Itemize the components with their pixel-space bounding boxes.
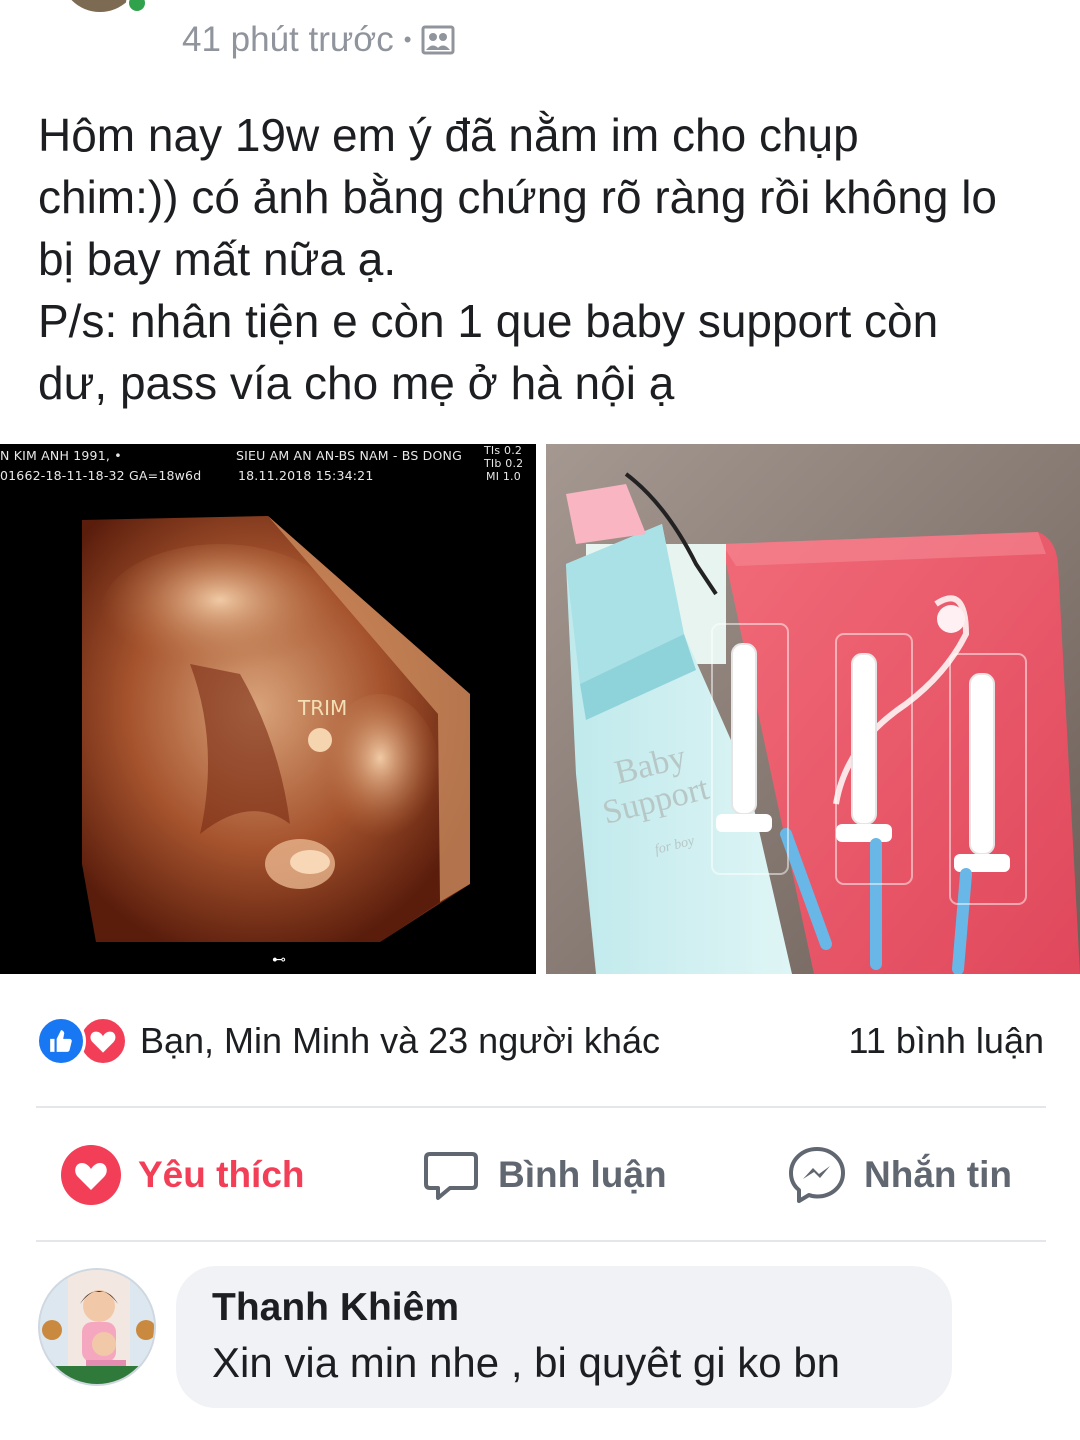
- post-time[interactable]: 41 phút trước: [182, 20, 394, 60]
- online-status-indicator: [126, 0, 148, 14]
- post-body: Hôm nay 19w em ý đã nằm im cho chụp chim…: [38, 104, 1048, 414]
- like-button-label: Yêu thích: [138, 1154, 305, 1195]
- messenger-icon: [789, 1147, 845, 1203]
- comment-bubble[interactable]: Thanh Khiêm Xin via min nhe , bi quyêt g…: [176, 1266, 952, 1408]
- ultrasound-trim-label: TRIM: [298, 696, 348, 720]
- post-line: Hôm nay 19w em ý đã nằm im cho chụp: [38, 109, 859, 161]
- ultrasound-mi: MI 1.0: [486, 470, 521, 483]
- comment-button-label: Bình luận: [498, 1154, 667, 1195]
- heart-icon: [61, 1145, 121, 1205]
- like-button[interactable]: Yêu thích: [60, 1140, 305, 1210]
- product-image: Baby Support for boy: [546, 444, 1080, 974]
- ultrasound-tib: TIb 0.2: [484, 457, 524, 470]
- ultrasound-datetime: 18.11.2018 15:34:21: [238, 468, 374, 483]
- ultrasound-image: ⊷: [82, 516, 470, 968]
- ultrasound-patient: N KIM ANH 1991, •: [0, 448, 122, 463]
- comment-button[interactable]: Bình luận: [420, 1140, 667, 1210]
- ultrasound-clinic: SIEU AM AN AN-BS NAM - BS DONG: [236, 448, 462, 463]
- message-button[interactable]: Nhắn tin: [786, 1140, 1012, 1210]
- post-line: dư, pass vía cho mẹ ở hà nội ạ: [38, 357, 675, 409]
- comment-count[interactable]: 11 bình luận: [848, 1020, 1044, 1062]
- like-reaction-icon: [36, 1016, 86, 1066]
- divider: [36, 1240, 1046, 1242]
- post-line: P/s: nhân tiện e còn 1 que baby support …: [38, 295, 939, 347]
- group-privacy-icon: [421, 25, 455, 55]
- comment-bubble-icon: [424, 1152, 478, 1200]
- meta-separator: •: [403, 27, 412, 52]
- message-button-label: Nhắn tin: [864, 1154, 1012, 1195]
- ultrasound-tis: TIs 0.2: [484, 444, 523, 457]
- ultrasound-id: 01662-18-11-18-32 GA=18w6d: [0, 468, 202, 483]
- commenter-avatar[interactable]: [38, 1268, 156, 1386]
- comment-author[interactable]: Thanh Khiêm: [212, 1284, 916, 1332]
- reactions-text: Bạn, Min Minh và 23 người khác: [140, 1020, 660, 1061]
- post-line: chim:)) có ảnh bằng chứng rõ ràng rồi kh…: [38, 171, 997, 223]
- reactions-summary[interactable]: Bạn, Min Minh và 23 người khác: [36, 1016, 660, 1066]
- post-meta: 41 phút trước •: [182, 20, 455, 60]
- ultrasound-photo[interactable]: ⊷ N KIM ANH 1991, • 01662-18-11-18-32 GA…: [0, 444, 536, 974]
- product-photo[interactable]: Baby Support for boy: [546, 444, 1080, 974]
- divider: [36, 1106, 1046, 1108]
- post-line: bị bay mất nữa ạ.: [38, 233, 397, 285]
- action-bar: Yêu thích Bình luận Nhắn tin: [0, 1140, 1080, 1210]
- svg-text:⊷: ⊷: [272, 952, 286, 968]
- comment-text: Xin via min nhe , bi quyêt gi ko bn: [212, 1339, 841, 1386]
